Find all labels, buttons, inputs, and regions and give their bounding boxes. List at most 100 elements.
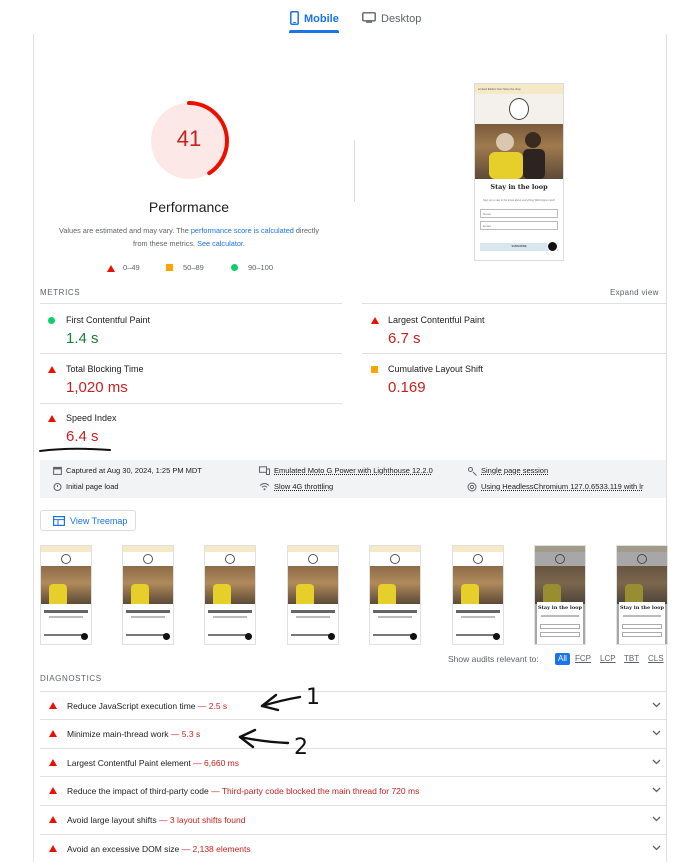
filter-chip-cls[interactable]: CLS: [645, 653, 667, 665]
filter-chip-fcp[interactable]: FCP: [572, 653, 594, 665]
single-page-session[interactable]: Single page session: [481, 466, 548, 475]
view-treemap-button[interactable]: View Treemap: [40, 510, 136, 531]
filmstrip-frame: Stay in the loop: [616, 545, 668, 645]
audit-title: Reduce the impact of third-party code — …: [67, 786, 420, 796]
initial-page-load: Initial page load: [66, 482, 119, 491]
metrics-header: METRICS: [40, 288, 81, 297]
metric-label: Cumulative Layout Shift: [388, 364, 484, 374]
chevron-down-icon[interactable]: [652, 787, 661, 793]
chrome-icon: [467, 482, 477, 492]
audit-title: Reduce JavaScript execution time — 2.5 s: [67, 701, 228, 711]
diagnostic-audit[interactable]: Avoid large layout shifts — 3 layout shi…: [40, 805, 666, 833]
filmstrip-frame: Stay in the loop: [534, 545, 586, 645]
view-treemap-label: View Treemap: [70, 516, 128, 526]
score-calculated-link[interactable]: performance score is calculated: [191, 226, 294, 235]
devices-icon: [259, 466, 270, 475]
fail-icon: [49, 730, 57, 737]
metrics-divider: [362, 353, 666, 354]
desktop-icon: [362, 12, 376, 26]
wifi-icon: [259, 483, 270, 491]
audit-display-value: 3 layout shifts found: [169, 815, 246, 825]
metrics-divider: [40, 353, 342, 354]
fail-icon: [49, 759, 57, 766]
runtime-settings: Captured at Aug 30, 2024, 1:25 PM MDT In…: [40, 460, 666, 498]
metric-value: 0.169: [388, 379, 426, 396]
filmstrip-frame: [204, 545, 256, 645]
diagnostic-audit[interactable]: Reduce the impact of third-party code — …: [40, 776, 666, 804]
popup-description: Sign up to stay in the know about everyt…: [483, 199, 555, 202]
phone-icon: [290, 10, 299, 28]
filmstrip-frame: [369, 545, 421, 645]
metric-label: Total Blocking Time: [66, 364, 144, 374]
metric-label: First Contentful Paint: [66, 315, 151, 325]
person-icon: [468, 467, 477, 476]
pass-icon: [48, 317, 55, 324]
device-tabs: Mobile Desktop: [0, 0, 696, 34]
filter-chip-all[interactable]: All: [555, 653, 570, 665]
divider: [354, 140, 355, 202]
emulated-device[interactable]: Emulated Moto G Power with Lighthouse 12…: [274, 466, 433, 475]
tab-desktop-label: Desktop: [381, 13, 422, 25]
performance-score: 41: [176, 126, 202, 151]
metric-value: 6.4 s: [66, 428, 99, 445]
screenshot-photo: [475, 124, 563, 179]
metric-value: 1,020 ms: [66, 379, 128, 396]
expand-view-toggle[interactable]: Expand view: [610, 288, 659, 297]
filmstrip-frame: [287, 545, 339, 645]
audit-filter-label: Show audits relevant to:: [448, 654, 539, 664]
see-calculator-link[interactable]: See calculator.: [197, 239, 245, 248]
audit-title: Avoid an excessive DOM size — 2,138 elem…: [67, 844, 251, 854]
diagnostics-header: DIAGNOSTICS: [40, 674, 102, 683]
filter-chip-tbt[interactable]: TBT: [621, 653, 642, 665]
fail-icon: [49, 845, 57, 852]
metric-value: 1.4 s: [66, 330, 99, 347]
network-throttling[interactable]: Slow 4G throttling: [274, 482, 333, 491]
calendar-icon: [53, 466, 62, 475]
average-icon: [371, 366, 378, 373]
metrics-divider: [40, 303, 342, 304]
audit-display-value: Third-party code blocked the main thread…: [221, 786, 420, 796]
screenshot-popup: Stay in the loop Sign up to stay in the …: [477, 179, 561, 259]
final-screenshot[interactable]: Limited Edition Tee! Shop the drop Stay …: [474, 83, 564, 261]
fail-icon: [49, 787, 57, 794]
audit-title: Minimize main-thread work — 5.3 s: [67, 729, 201, 739]
metrics-divider: [362, 303, 666, 304]
diagnostic-audit[interactable]: Minimize main-thread work — 5.3 s: [40, 719, 666, 747]
browser-version[interactable]: Using HeadlessChromium 127.0.6533.119 wi…: [481, 482, 643, 491]
fail-icon: [48, 415, 56, 422]
filter-chip-lcp[interactable]: LCP: [597, 653, 619, 665]
metric-label: Speed Index: [66, 413, 117, 423]
chevron-down-icon[interactable]: [652, 730, 661, 736]
average-legend-icon: [166, 264, 173, 274]
audit-display-value: 2,138 elements: [192, 844, 251, 854]
active-tab-indicator: [289, 30, 339, 33]
screenshot-announcement-bar: Limited Edition Tee! Shop the drop: [475, 84, 563, 94]
performance-title: Performance: [148, 199, 230, 215]
popup-name-field: Name: [480, 209, 558, 218]
diagnostic-audit[interactable]: Largest Contentful Paint element — 6,660…: [40, 748, 666, 776]
metrics-divider: [40, 403, 342, 404]
fail-icon: [49, 702, 57, 709]
fail-legend-icon: [107, 263, 115, 273]
diagnostic-audit[interactable]: Reduce JavaScript execution time — 2.5 s: [40, 691, 666, 719]
filmstrip-frame: [452, 545, 504, 645]
chevron-down-icon[interactable]: [652, 845, 661, 851]
fail-legend-label: 0–49: [123, 263, 140, 272]
fail-icon: [48, 366, 56, 373]
diagnostic-audit[interactable]: Avoid an excessive DOM size — 2,138 elem…: [40, 834, 666, 862]
tab-desktop[interactable]: Desktop: [362, 6, 424, 32]
fail-icon: [49, 816, 57, 823]
chevron-down-icon[interactable]: [652, 816, 661, 822]
screenshot-logo: [509, 98, 529, 120]
pass-legend-label: 90–100: [248, 263, 274, 272]
popup-email-field: Email: [480, 221, 558, 230]
filmstrip-frame: [40, 545, 92, 645]
tab-mobile-label: Mobile: [304, 13, 339, 25]
timer-icon: [53, 483, 62, 491]
chevron-down-icon[interactable]: [652, 759, 661, 765]
tab-mobile[interactable]: Mobile: [290, 6, 339, 32]
fail-icon: [371, 317, 379, 324]
metric-value: 6.7 s: [388, 330, 421, 347]
chevron-down-icon[interactable]: [652, 702, 661, 708]
audit-title: Largest Contentful Paint element — 6,660…: [67, 758, 240, 768]
